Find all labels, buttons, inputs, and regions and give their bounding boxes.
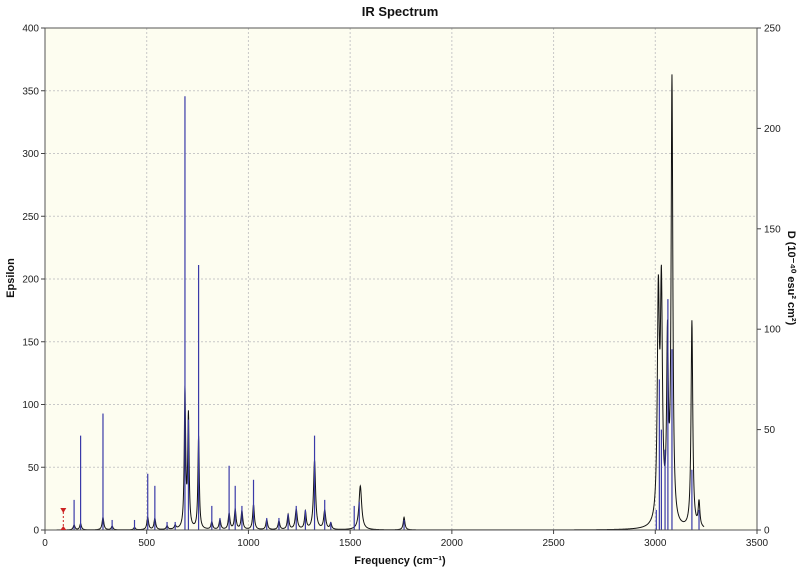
x-tick-label: 1500 <box>339 538 362 549</box>
y-tick-label: 100 <box>22 400 39 411</box>
y-tick-label: 150 <box>22 337 39 348</box>
chart-canvas: 0 500 1000 1500 2000 2500 3000 3500050100150200… <box>5 4 797 567</box>
y2-tick-label: 0 <box>764 526 770 537</box>
y2-tick-label: 100 <box>764 325 781 336</box>
x-tick-label: 2000 <box>441 538 464 549</box>
y2-axis-title: D (10⁻⁴⁰ esu² cm²) <box>785 231 797 326</box>
y-tick-label: 200 <box>22 275 39 286</box>
x-tick-label: 1000 <box>237 538 260 549</box>
x-tick-label: 3500 <box>746 538 769 549</box>
y2-tick-label: 150 <box>764 224 781 235</box>
x-tick-label: 0 <box>42 538 48 549</box>
y2-tick-label: 50 <box>764 425 776 436</box>
y-tick-label: 400 <box>22 24 39 35</box>
x-tick-label: 3000 <box>644 538 667 549</box>
x-tick-label: 2500 <box>542 538 565 549</box>
y-tick-label: 50 <box>28 463 40 474</box>
y-tick-label: 350 <box>22 86 39 97</box>
y-tick-label: 0 <box>33 526 39 537</box>
y2-tick-label: 250 <box>764 24 781 35</box>
chart-title: IR Spectrum <box>362 4 439 19</box>
x-tick-label: 500 <box>138 538 155 549</box>
ir-spectrum-chart: 0 500 1000 1500 2000 2500 3000 3500 0 50 100 150 200… <box>0 0 800 570</box>
y-tick-label: 300 <box>22 149 39 160</box>
y-axis-title: Epsilon <box>5 258 17 298</box>
y2-tick-label: 200 <box>764 124 781 135</box>
x-axis-title: Frequency (cm⁻¹) <box>354 555 446 567</box>
y-tick-label: 250 <box>22 212 39 223</box>
